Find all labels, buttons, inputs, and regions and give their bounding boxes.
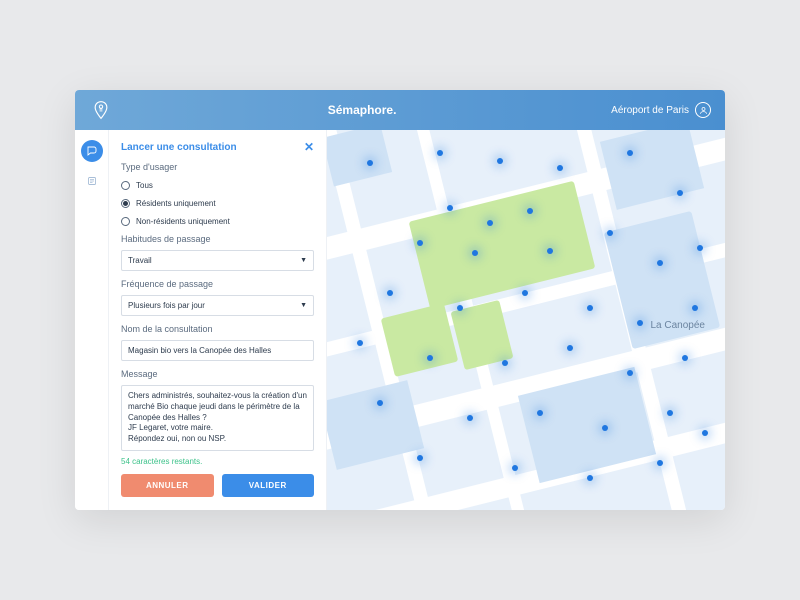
message-label: Message xyxy=(121,369,314,379)
header-bar: Sémaphore. Aéroport de Paris xyxy=(75,90,725,130)
map-marker[interactable] xyxy=(447,205,453,211)
map-marker[interactable] xyxy=(472,250,478,256)
map-marker[interactable] xyxy=(377,400,383,406)
map-marker[interactable] xyxy=(417,455,423,461)
map-marker[interactable] xyxy=(627,370,633,376)
map-marker[interactable] xyxy=(697,245,703,251)
cancel-button[interactable]: Annuler xyxy=(121,474,214,497)
rail-list-icon[interactable] xyxy=(81,170,103,192)
map-marker[interactable] xyxy=(557,165,563,171)
map-marker[interactable] xyxy=(627,150,633,156)
side-rail xyxy=(75,130,109,510)
habit-select[interactable]: Travail ▼ xyxy=(121,250,314,271)
map-marker[interactable] xyxy=(637,320,643,326)
freq-select[interactable]: Plusieurs fois par jour ▼ xyxy=(121,295,314,316)
user-type-label: Type d'usager xyxy=(121,162,314,172)
habit-label: Habitudes de passage xyxy=(121,234,314,244)
rail-consultation-icon[interactable] xyxy=(81,140,103,162)
map-marker[interactable] xyxy=(512,465,518,471)
radio-icon xyxy=(121,217,130,226)
map-marker[interactable] xyxy=(357,340,363,346)
chevron-down-icon: ▼ xyxy=(300,257,307,264)
chars-remaining: 54 caractères restants. xyxy=(121,457,314,466)
map-marker[interactable] xyxy=(527,208,533,214)
map-marker[interactable] xyxy=(367,160,373,166)
app-window: Sémaphore. Aéroport de Paris Lancer une … xyxy=(75,90,725,510)
map-marker[interactable] xyxy=(587,305,593,311)
map-marker[interactable] xyxy=(587,475,593,481)
map-marker[interactable] xyxy=(547,248,553,254)
user-name: Aéroport de Paris xyxy=(611,105,689,116)
app-title: Sémaphore. xyxy=(113,103,611,117)
map-marker[interactable] xyxy=(437,150,443,156)
app-body: Lancer une consultation ✕ Type d'usager … xyxy=(75,130,725,510)
map-marker[interactable] xyxy=(702,430,708,436)
radio-icon xyxy=(121,181,130,190)
radio-residents[interactable]: Résidents uniquement xyxy=(121,199,314,208)
name-input[interactable]: Magasin bio vers la Canopée des Halles xyxy=(121,340,314,361)
map-marker[interactable] xyxy=(457,305,463,311)
form-panel: Lancer une consultation ✕ Type d'usager … xyxy=(109,130,327,510)
panel-title: Lancer une consultation xyxy=(121,142,237,153)
map-marker[interactable] xyxy=(667,410,673,416)
radio-icon xyxy=(121,199,130,208)
map-marker[interactable] xyxy=(522,290,528,296)
freq-label: Fréquence de passage xyxy=(121,279,314,289)
map-marker[interactable] xyxy=(677,190,683,196)
name-label: Nom de la consultation xyxy=(121,324,314,334)
user-icon xyxy=(695,102,711,118)
map-marker[interactable] xyxy=(502,360,508,366)
message-textarea[interactable]: Chers administrés, souhaitez-vous la cré… xyxy=(121,385,314,451)
chevron-down-icon: ▼ xyxy=(300,302,307,309)
validate-button[interactable]: Valider xyxy=(222,474,315,497)
map-marker[interactable] xyxy=(607,230,613,236)
map-marker[interactable] xyxy=(602,425,608,431)
map-marker[interactable] xyxy=(427,355,433,361)
map-marker[interactable] xyxy=(417,240,423,246)
map-marker[interactable] xyxy=(497,158,503,164)
map-canvas[interactable]: La Canopée xyxy=(327,130,725,510)
map-marker[interactable] xyxy=(692,305,698,311)
map-marker[interactable] xyxy=(537,410,543,416)
app-logo xyxy=(89,98,113,122)
map-marker[interactable] xyxy=(567,345,573,351)
map-marker[interactable] xyxy=(682,355,688,361)
map-marker[interactable] xyxy=(657,260,663,266)
close-icon[interactable]: ✕ xyxy=(304,140,314,154)
map-place-label: La Canopée xyxy=(651,320,706,331)
map-marker[interactable] xyxy=(387,290,393,296)
map-marker[interactable] xyxy=(657,460,663,466)
map-marker[interactable] xyxy=(487,220,493,226)
radio-non-residents[interactable]: Non-résidents uniquement xyxy=(121,217,314,226)
user-menu[interactable]: Aéroport de Paris xyxy=(611,102,711,118)
map-marker[interactable] xyxy=(467,415,473,421)
radio-tous[interactable]: Tous xyxy=(121,181,314,190)
